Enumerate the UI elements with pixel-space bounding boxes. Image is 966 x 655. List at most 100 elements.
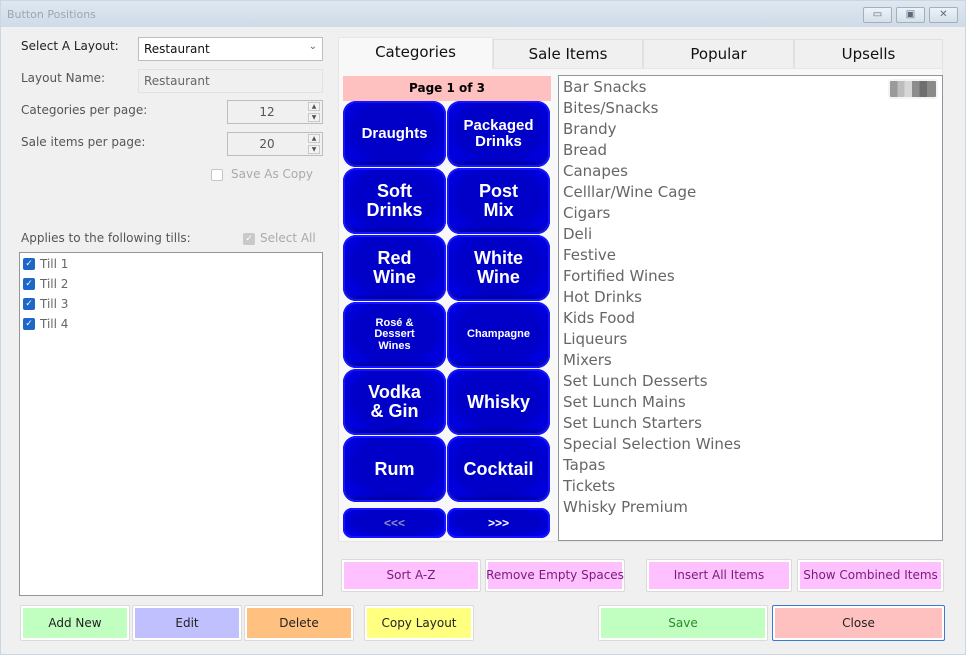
spin-up-icon[interactable]: ▲ [308, 134, 320, 143]
select-all-label: Select All [260, 231, 316, 245]
spin-down-icon[interactable]: ▼ [308, 113, 320, 122]
category-button[interactable]: Post Mix [447, 168, 550, 234]
category-button-label: Vodka & Gin [368, 382, 421, 421]
sale-items-per-page-label: Sale items per page: [21, 135, 146, 149]
check-icon: ✓ [25, 319, 33, 329]
check-icon: ✓ [25, 259, 33, 269]
layout-select-value: Restaurant [144, 42, 210, 56]
next-page-button[interactable]: >>> [447, 508, 550, 538]
list-item[interactable]: Bites/Snacks [563, 99, 658, 117]
sale-items-per-page-value: 20 [259, 137, 275, 151]
list-item[interactable]: Set Lunch Starters [563, 414, 702, 432]
list-item[interactable]: Mixers [563, 351, 612, 369]
select-all-checkbox[interactable]: ✓ [243, 233, 255, 245]
spin-up-icon[interactable]: ▲ [308, 102, 320, 111]
list-item[interactable]: Festive [563, 246, 616, 264]
list-item[interactable]: Bread [563, 141, 607, 159]
category-list[interactable]: Whisky Premium Tickets Tapas Special Select… [558, 75, 943, 541]
category-button-label: Rum [374, 458, 415, 479]
close-button[interactable]: Close [772, 605, 945, 641]
category-button-label: Draughts [361, 125, 428, 143]
list-item[interactable]: Tapas [563, 456, 605, 474]
tills-label: Applies to the following tills: [21, 231, 191, 245]
sort-az-button[interactable]: Sort A-Z [341, 559, 481, 592]
scroll-thumbnail[interactable] [888, 79, 938, 99]
check-icon: ✓ [245, 234, 253, 244]
layout-select[interactable]: Restaurant ⌄ [138, 37, 323, 61]
delete-button[interactable]: Delete [244, 605, 354, 641]
tills-list: ✓ Till 1 ✓ Till 2 ✓ Till 3 ✓ Till 4 [19, 252, 323, 596]
insert-all-items-button[interactable]: Insert All Items [646, 559, 792, 592]
maximize-button[interactable]: ▣ [896, 7, 925, 23]
sale-items-per-page-stepper[interactable]: 20 ▲ ▼ [227, 132, 323, 156]
tab-popular[interactable]: Popular [643, 39, 794, 69]
category-button[interactable]: Rum [343, 436, 446, 502]
till-label: Till 3 [40, 297, 69, 311]
add-new-button[interactable]: Add New [20, 605, 130, 641]
list-item[interactable]: Special Selection Wines [563, 435, 741, 453]
button-positions-window: Button Positions ▭ ▣ ✕ Select A Layout: … [0, 0, 966, 655]
minimize-button[interactable]: ▭ [863, 7, 892, 23]
till-checkbox[interactable]: ✓ [23, 318, 35, 330]
categories-per-page-value: 12 [259, 105, 275, 119]
list-item[interactable]: Celllar/Wine Cage [563, 183, 696, 201]
category-button-label: Red Wine [373, 248, 416, 287]
window-title: Button Positions [7, 8, 96, 21]
till-label: Till 4 [40, 317, 69, 331]
prev-page-button[interactable]: <<< [343, 508, 446, 538]
categories-per-page-label: Categories per page: [21, 103, 148, 117]
chevron-down-icon: ⌄ [308, 41, 317, 52]
category-button[interactable]: Soft Drinks [343, 168, 446, 234]
layout-name-label: Layout Name: [21, 71, 106, 85]
category-button[interactable]: Whisky [447, 369, 550, 435]
show-combined-items-button[interactable]: Show Combined Items [797, 559, 944, 592]
till-checkbox[interactable]: ✓ [23, 258, 35, 270]
save-as-copy-label: Save As Copy [231, 167, 313, 181]
category-button[interactable]: Champagne [447, 302, 550, 368]
list-item[interactable]: Set Lunch Mains [563, 393, 686, 411]
category-button-label: Soft Drinks [366, 181, 423, 220]
category-button-label: Whisky [466, 391, 531, 412]
copy-layout-button[interactable]: Copy Layout [364, 605, 474, 641]
list-item[interactable]: Fortified Wines [563, 267, 675, 285]
category-button[interactable]: Vodka & Gin [343, 369, 446, 435]
list-item[interactable]: Hot Drinks [563, 288, 642, 306]
spin-down-icon[interactable]: ▼ [308, 145, 320, 154]
close-icon: ✕ [939, 9, 948, 20]
category-button[interactable]: Cocktail [447, 436, 550, 502]
category-button-label: Champagne [467, 328, 530, 341]
list-item[interactable]: Tickets [563, 477, 615, 495]
category-button[interactable]: Draughts [343, 101, 446, 167]
category-button-label: Packaged Drinks [463, 117, 534, 150]
list-item[interactable]: Whisky Premium [563, 498, 688, 516]
select-layout-label: Select A Layout: [21, 39, 119, 53]
list-item[interactable]: Cigars [563, 204, 610, 222]
list-item[interactable]: Bar Snacks [563, 78, 646, 96]
tab-upsells[interactable]: Upsells [794, 39, 943, 69]
list-item[interactable]: Set Lunch Desserts [563, 372, 708, 390]
list-item[interactable]: Liqueurs [563, 330, 627, 348]
till-label: Till 2 [40, 277, 69, 291]
category-button[interactable]: White Wine [447, 235, 550, 301]
list-item[interactable]: Deli [563, 225, 592, 243]
category-button[interactable]: Packaged Drinks [447, 101, 550, 167]
close-window-button[interactable]: ✕ [929, 7, 958, 23]
check-icon: ✓ [25, 279, 33, 289]
categories-per-page-stepper[interactable]: 12 ▲ ▼ [227, 100, 323, 124]
tab-categories[interactable]: Categories [338, 37, 493, 69]
list-item[interactable]: Kids Food [563, 309, 635, 327]
category-button[interactable]: Rosé & Dessert Wines [343, 302, 446, 368]
category-button[interactable]: Red Wine [343, 235, 446, 301]
tabs-panel: Categories Sale Items Popular Upsells Pa… [338, 37, 943, 542]
list-item[interactable]: Canapes [563, 162, 628, 180]
layout-name-field[interactable]: Restaurant [138, 69, 323, 93]
save-as-copy-checkbox[interactable] [211, 169, 223, 181]
check-icon: ✓ [25, 299, 33, 309]
remove-empty-spaces-button[interactable]: Remove Empty Spaces [485, 559, 625, 592]
till-checkbox[interactable]: ✓ [23, 278, 35, 290]
list-item[interactable]: Brandy [563, 120, 617, 138]
tab-sale-items[interactable]: Sale Items [493, 39, 643, 69]
till-checkbox[interactable]: ✓ [23, 298, 35, 310]
edit-button[interactable]: Edit [132, 605, 242, 641]
save-button[interactable]: Save [598, 605, 768, 641]
